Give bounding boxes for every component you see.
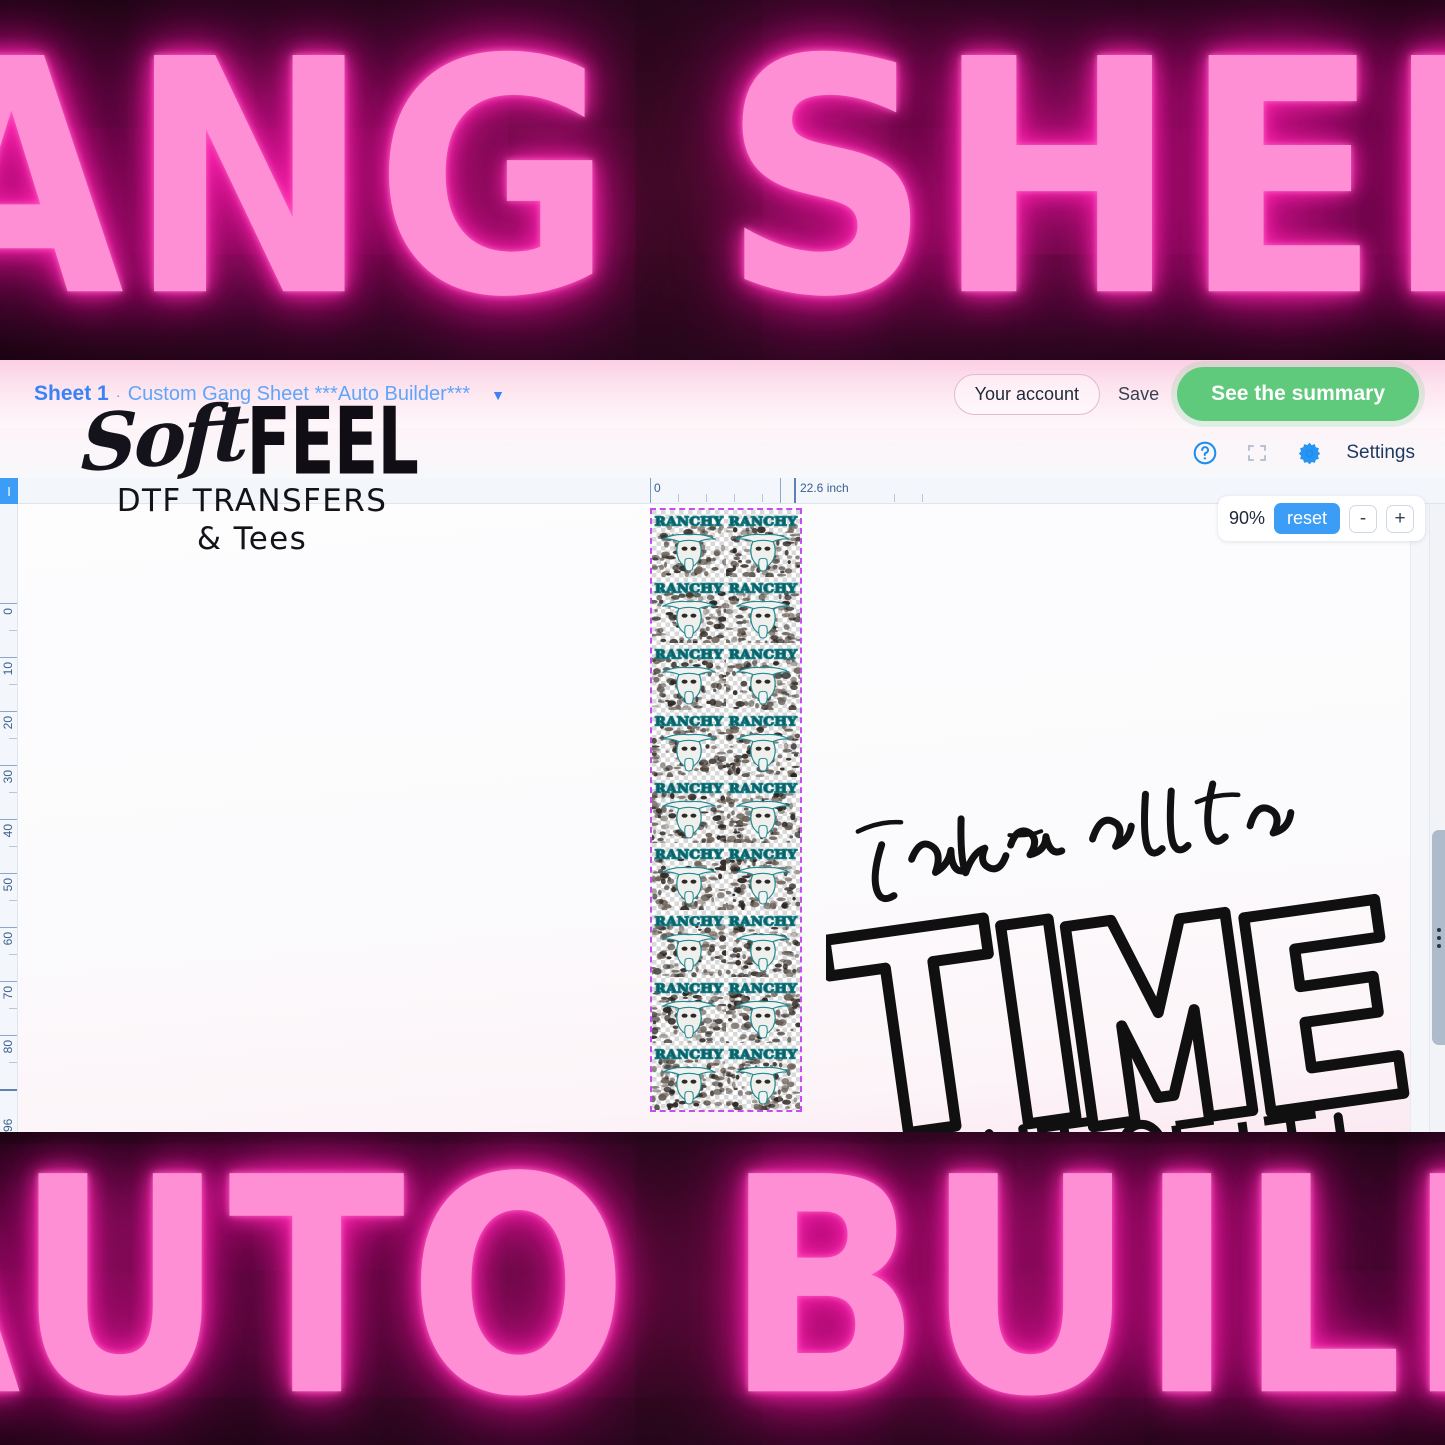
ranchy-design-tile[interactable]: RANCHY — [652, 510, 726, 577]
ranchy-design-tile[interactable]: RANCHY — [726, 843, 800, 910]
svg-text:RANCHY: RANCHY — [655, 914, 724, 928]
sheet-name-label: Custom Gang Sheet ***Auto Builder*** — [127, 383, 471, 405]
vruler-label-0: 0 — [1, 608, 15, 615]
ranchy-design-tile[interactable]: RANCHY — [652, 1043, 726, 1110]
vruler-label-30: 30 — [1, 770, 15, 784]
ranchy-design-tile[interactable]: RANCHY — [726, 510, 800, 577]
ranchy-design-tile[interactable]: RANCHY — [726, 643, 800, 710]
sheet-title-dropdown[interactable]: Sheet 1 · Custom Gang Sheet ***Auto Buil… — [34, 382, 505, 406]
time-design-artwork — [819, 780, 1410, 1132]
screenshot-root: GANG SHEET Sheet 1 · Custom Gang Sheet *… — [0, 0, 1445, 1445]
svg-text:RANCHY: RANCHY — [729, 1047, 798, 1061]
svg-text:RANCHY: RANCHY — [655, 714, 724, 728]
svg-text:RANCHY: RANCHY — [655, 781, 724, 795]
ranchy-design-tile[interactable]: RANCHY — [652, 643, 726, 710]
your-account-button[interactable]: Your account — [953, 373, 1101, 415]
hruler-origin-label: 0 — [654, 481, 661, 495]
ruler-corner-button[interactable]: I — [0, 478, 18, 504]
right-panel-rail — [1429, 504, 1445, 1132]
bottom-neon-banner: AUTO BUILD — [0, 1132, 1445, 1445]
zoom-reset-button[interactable]: reset — [1273, 503, 1340, 534]
ranchy-design-tile[interactable]: RANCHY — [726, 710, 800, 777]
ranchy-design-tile[interactable]: RANCHY — [726, 777, 800, 844]
chevron-down-icon[interactable]: ▼ — [491, 388, 505, 402]
ranchy-design-tile[interactable]: RANCHY — [726, 910, 800, 977]
top-neon-banner: GANG SHEET — [0, 0, 1445, 360]
canvas-viewport[interactable]: RANCHY RANCHY RANCHY RANCHY RANCHY RANCHY RANC… — [18, 504, 1429, 1132]
ranchy-design-tile[interactable]: RANCHY — [726, 1043, 800, 1110]
svg-text:RANCHY: RANCHY — [729, 847, 798, 861]
ranchy-design-tile[interactable]: RANCHY — [726, 977, 800, 1044]
svg-text:RANCHY: RANCHY — [729, 981, 798, 995]
svg-text:RANCHY: RANCHY — [729, 714, 798, 728]
gear-icon[interactable] — [1294, 438, 1324, 468]
svg-text:RANCHY: RANCHY — [729, 781, 798, 795]
svg-text:RANCHY: RANCHY — [655, 847, 724, 861]
design-take-all-the-time[interactable] — [819, 749, 1426, 1132]
vruler-label-60: 60 — [1, 932, 15, 946]
svg-text:RANCHY: RANCHY — [729, 914, 798, 928]
drag-dots-icon — [1436, 927, 1441, 948]
help-icon[interactable] — [1190, 438, 1220, 468]
zoom-out-button[interactable]: - — [1349, 504, 1377, 533]
app-header: Sheet 1 · Custom Gang Sheet ***Auto Buil… — [0, 360, 1445, 428]
ranchy-design-tile[interactable]: RANCHY — [652, 777, 726, 844]
svg-text:RANCHY: RANCHY — [729, 581, 798, 595]
save-button[interactable]: Save — [1116, 380, 1161, 409]
settings-label[interactable]: Settings — [1346, 442, 1415, 464]
ranchy-design-tile[interactable]: RANCHY — [652, 710, 726, 777]
title-separator: · — [115, 387, 121, 404]
header-actions: Your account Save See the summary — [953, 367, 1419, 421]
fullscreen-icon[interactable] — [1242, 438, 1272, 468]
ranchy-design-tile[interactable]: RANCHY — [652, 843, 726, 910]
ranchy-design-tile[interactable]: RANCHY — [726, 577, 800, 644]
hruler-extent-label: 22.6 inch — [800, 481, 849, 495]
zoom-controls: 90% reset - + — [1217, 496, 1425, 541]
svg-text:RANCHY: RANCHY — [655, 581, 724, 595]
zoom-percentage-label: 90% — [1228, 508, 1265, 528]
vruler-label-40: 40 — [1, 824, 15, 838]
ranchy-design-tile[interactable]: RANCHY — [652, 577, 726, 644]
ranchy-design-tile[interactable]: RANCHY — [652, 977, 726, 1044]
see-the-summary-button[interactable]: See the summary — [1177, 367, 1419, 421]
svg-text:RANCHY: RANCHY — [655, 514, 724, 528]
vruler-label-20: 20 — [1, 716, 15, 730]
gang-sheet-canvas[interactable]: RANCHY RANCHY RANCHY RANCHY RANCHY RANCHY RANC… — [18, 504, 1411, 1132]
panel-drag-handle[interactable] — [1432, 830, 1445, 1045]
vertical-ruler[interactable]: 0 10 20 30 40 50 60 70 80 96 inch — [0, 504, 18, 1132]
design-ranchy-grid[interactable]: RANCHY RANCHY RANCHY RANCHY RANCHY RANCHY RANC… — [650, 508, 802, 1112]
svg-text:RANCHY: RANCHY — [655, 1047, 724, 1061]
gang-sheet-builder-app: Sheet 1 · Custom Gang Sheet ***Auto Buil… — [0, 360, 1445, 1132]
editor-area: I 0 22.6 inch 0 10 20 30 40 50 60 70 80 … — [0, 478, 1445, 1132]
secondary-toolbar: Settings — [0, 428, 1445, 478]
svg-text:RANCHY: RANCHY — [655, 647, 724, 661]
sheet-number-label: Sheet 1 — [34, 382, 109, 405]
vruler-label-10: 10 — [1, 662, 15, 676]
ranchy-design-tile[interactable]: RANCHY — [652, 910, 726, 977]
vruler-label-70: 70 — [1, 986, 15, 1000]
bottom-banner-text: AUTO BUILD — [0, 1132, 1445, 1445]
top-banner-text: GANG SHEET — [0, 0, 1445, 360]
vruler-label-50: 50 — [1, 878, 15, 892]
vruler-extent-label: 96 inch — [1, 1109, 18, 1132]
zoom-in-button[interactable]: + — [1386, 504, 1414, 533]
svg-text:RANCHY: RANCHY — [729, 514, 798, 528]
svg-text:RANCHY: RANCHY — [655, 981, 724, 995]
svg-text:RANCHY: RANCHY — [729, 647, 798, 661]
vruler-label-80: 80 — [1, 1040, 15, 1054]
